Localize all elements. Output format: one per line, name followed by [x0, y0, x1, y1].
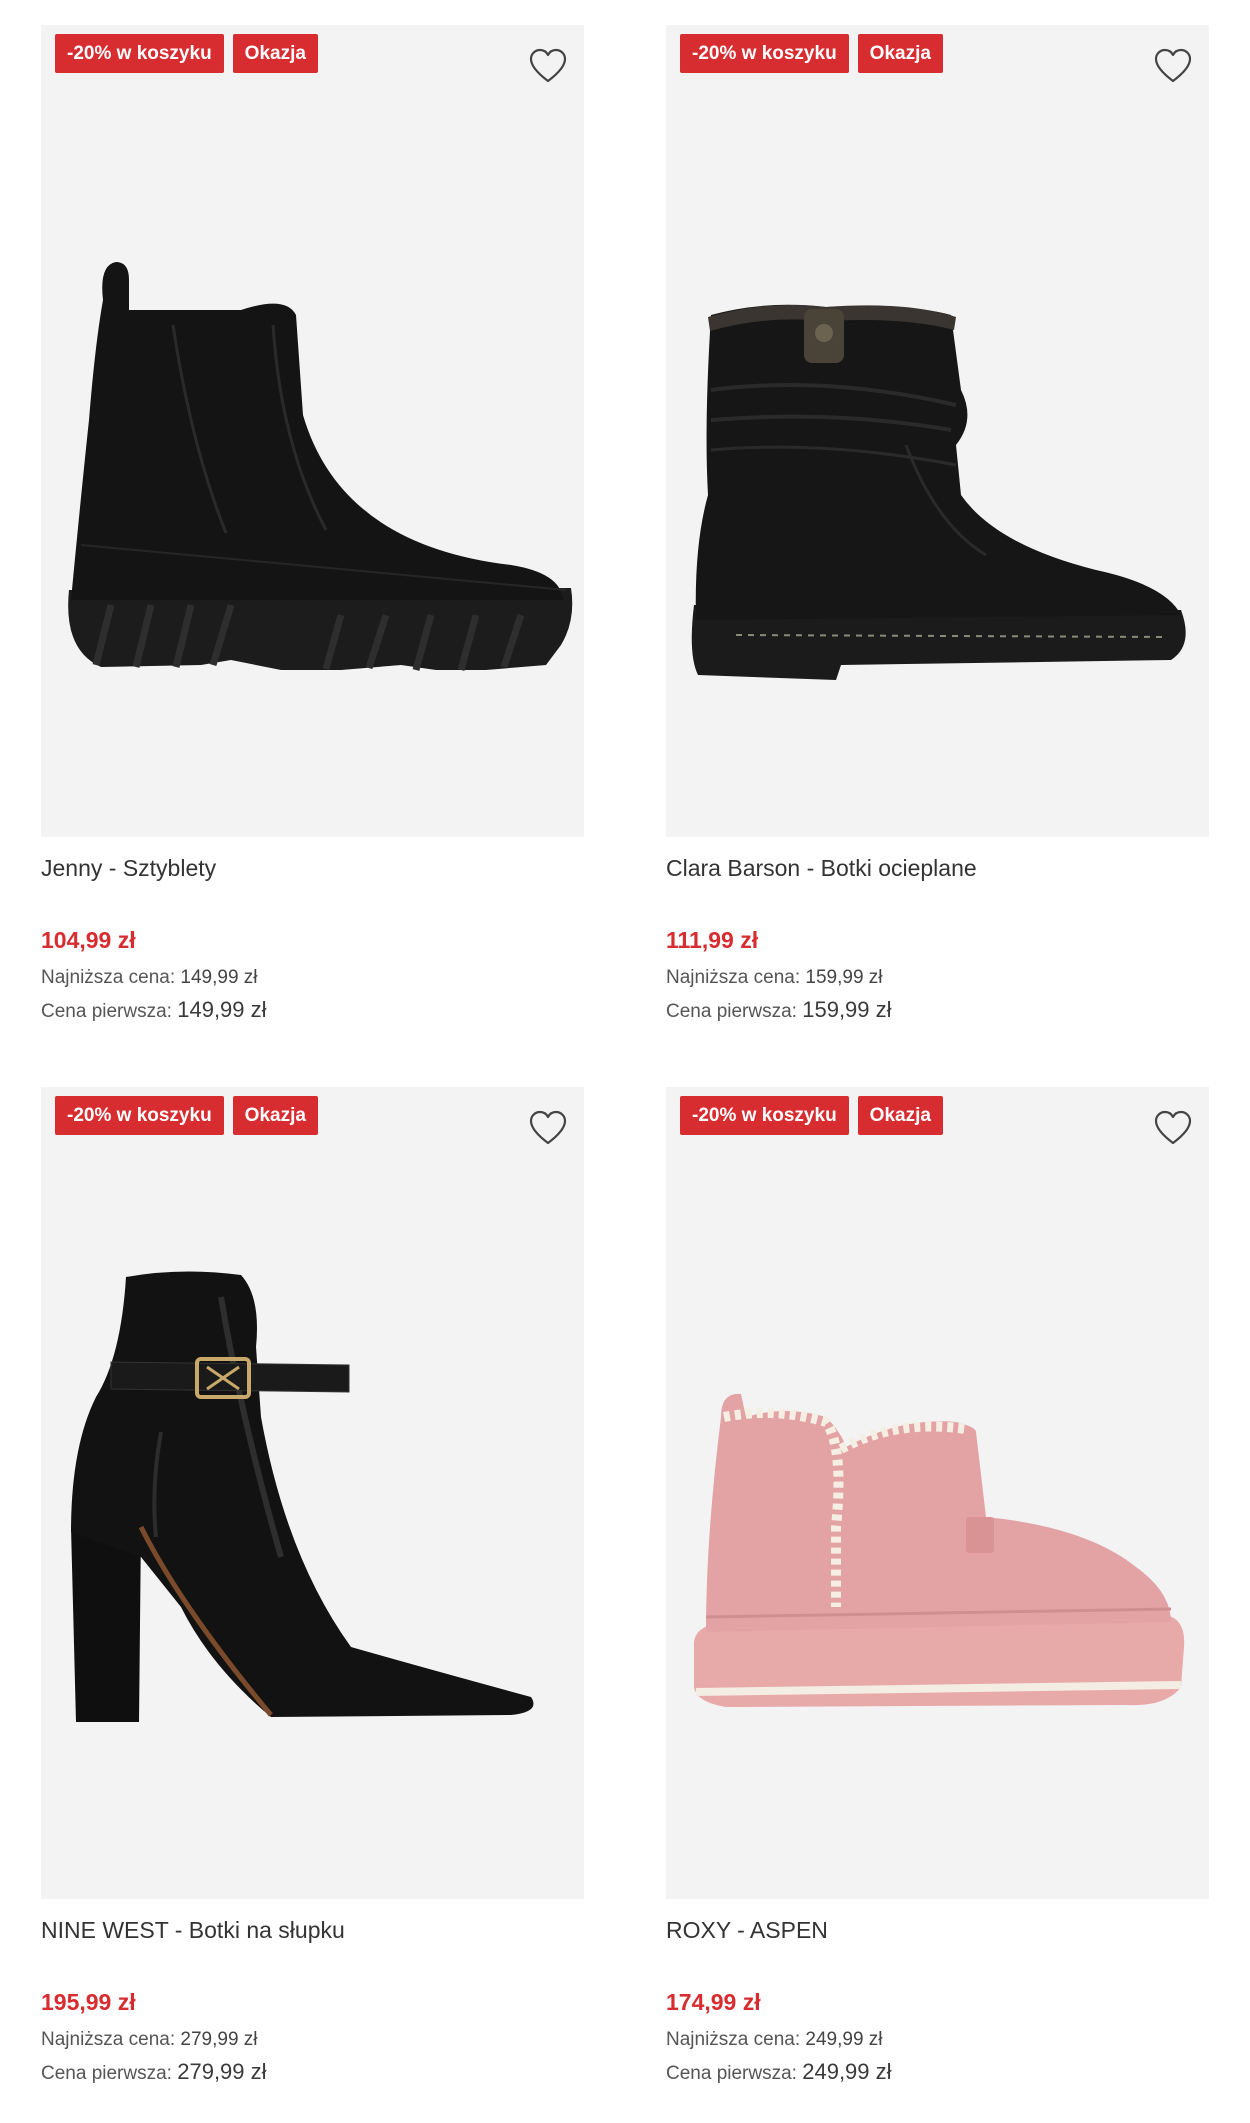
cart-discount-badge: -20% w koszyku: [55, 1096, 224, 1135]
heart-outline-icon: [1154, 48, 1192, 83]
heart-outline-icon: [1154, 1110, 1192, 1145]
chelsea-boot-image: [68, 262, 573, 671]
product-price: 111,99 zł: [666, 927, 759, 953]
lowest-price-value: 249,99 zł: [805, 2029, 883, 2050]
first-price-value: 279,99 zł: [177, 2059, 267, 2084]
wishlist-button[interactable]: [1151, 45, 1195, 89]
wishlist-button[interactable]: [526, 1107, 570, 1151]
first-price-value: 159,99 zł: [802, 997, 892, 1022]
product-title[interactable]: Clara Barson - Botki ocieplane: [666, 855, 977, 882]
first-price-label: Cena pierwsza:: [666, 1001, 797, 1022]
badge-group: -20% w koszyku Okazja: [680, 34, 943, 73]
deal-badge: Okazja: [857, 34, 943, 73]
product-card[interactable]: -20% w koszyku Okazja NINE WEST - Botki …: [41, 1087, 584, 2117]
first-price-value: 249,99 zł: [802, 2059, 892, 2084]
first-price-row: Cena pierwsza: 159,99 zł: [666, 997, 892, 1023]
product-price: 174,99 zł: [666, 1989, 761, 2015]
product-price: 195,99 zł: [41, 1989, 136, 2015]
insulated-boot-image: [691, 304, 1186, 680]
heart-outline-icon: [529, 1110, 567, 1145]
product-grid: -20% w koszyku Okazja Jenny - Sztyblety …: [0, 0, 1250, 2123]
product-image[interactable]: -20% w koszyku Okazja: [41, 25, 584, 837]
block-heel-boot-image: [71, 1271, 534, 1722]
wishlist-button[interactable]: [526, 45, 570, 89]
lowest-price-row: Najniższa cena: 249,99 zł: [666, 2029, 883, 2051]
lowest-price-label: Najniższa cena:: [666, 967, 801, 988]
deal-badge: Okazja: [232, 1096, 318, 1135]
lowest-price-row: Najniższa cena: 159,99 zł: [666, 967, 883, 989]
lowest-price-value: 279,99 zł: [180, 2029, 258, 2050]
badge-group: -20% w koszyku Okazja: [680, 1096, 943, 1135]
deal-badge: Okazja: [232, 34, 318, 73]
first-price-label: Cena pierwsza:: [666, 2063, 797, 2084]
badge-group: -20% w koszyku Okazja: [55, 1096, 318, 1135]
lowest-price-label: Najniższa cena:: [41, 2029, 176, 2050]
wishlist-button[interactable]: [1151, 1107, 1195, 1151]
lowest-price-row: Najniższa cena: 279,99 zł: [41, 2029, 258, 2051]
cart-discount-badge: -20% w koszyku: [55, 34, 224, 73]
product-card[interactable]: -20% w koszyku Okazja Clara Barson - Bot…: [666, 25, 1209, 1055]
badge-group: -20% w koszyku Okazja: [55, 34, 318, 73]
cart-discount-badge: -20% w koszyku: [680, 1096, 849, 1135]
first-price-label: Cena pierwsza:: [41, 2063, 172, 2084]
first-price-row: Cena pierwsza: 149,99 zł: [41, 997, 267, 1023]
product-image[interactable]: -20% w koszyku Okazja: [666, 1087, 1209, 1899]
product-image[interactable]: -20% w koszyku Okazja: [41, 1087, 584, 1899]
first-price-row: Cena pierwsza: 279,99 zł: [41, 2059, 267, 2085]
heart-outline-icon: [529, 48, 567, 83]
lowest-price-label: Najniższa cena:: [41, 967, 176, 988]
product-title[interactable]: Jenny - Sztyblety: [41, 855, 216, 882]
first-price-value: 149,99 zł: [177, 997, 267, 1022]
product-title[interactable]: NINE WEST - Botki na słupku: [41, 1917, 345, 1944]
cart-discount-badge: -20% w koszyku: [680, 34, 849, 73]
product-price: 104,99 zł: [41, 927, 136, 953]
product-image[interactable]: -20% w koszyku Okazja: [666, 25, 1209, 837]
deal-badge: Okazja: [857, 1096, 943, 1135]
first-price-label: Cena pierwsza:: [41, 1001, 172, 1022]
product-title[interactable]: ROXY - ASPEN: [666, 1917, 828, 1944]
lowest-price-value: 159,99 zł: [805, 967, 883, 988]
lowest-price-value: 149,99 zł: [180, 967, 258, 988]
lowest-price-row: Najniższa cena: 149,99 zł: [41, 967, 258, 989]
product-card[interactable]: -20% w koszyku Okazja ROXY - ASPEN 174,9…: [666, 1087, 1209, 2117]
lowest-price-label: Najniższa cena:: [666, 2029, 801, 2050]
platform-boot-image: [694, 1393, 1185, 1707]
product-card[interactable]: -20% w koszyku Okazja Jenny - Sztyblety …: [41, 25, 584, 1055]
first-price-row: Cena pierwsza: 249,99 zł: [666, 2059, 892, 2085]
